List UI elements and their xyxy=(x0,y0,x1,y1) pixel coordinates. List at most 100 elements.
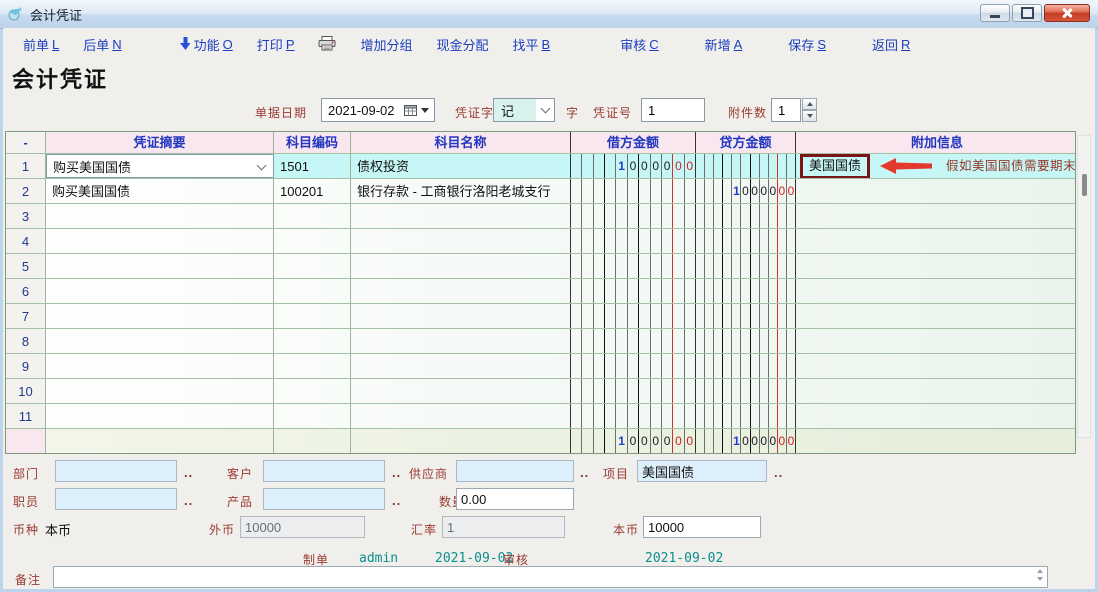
exchange-rate-input[interactable] xyxy=(443,517,564,537)
quantity-input[interactable] xyxy=(457,489,573,509)
cell-account-code[interactable] xyxy=(274,354,351,378)
chevron-down-icon[interactable] xyxy=(257,161,267,171)
toolbar-item-left-6[interactable]: 现金分配 xyxy=(437,35,489,54)
cell-summary[interactable] xyxy=(46,254,274,278)
cell-credit-amount[interactable] xyxy=(696,229,796,253)
cell-summary[interactable] xyxy=(46,279,274,303)
cell-account-code[interactable] xyxy=(274,329,351,353)
cell-extra-info[interactable] xyxy=(796,379,1075,403)
cell-debit-amount[interactable] xyxy=(571,204,696,228)
row-number[interactable]: 9 xyxy=(6,354,46,378)
cell-summary[interactable] xyxy=(46,329,274,353)
stepper-up-button[interactable] xyxy=(802,98,817,110)
row-number[interactable]: 6 xyxy=(6,279,46,303)
toolbar-item-right-3[interactable]: 返回R xyxy=(872,35,910,54)
project-input[interactable] xyxy=(638,461,766,481)
cell-summary[interactable] xyxy=(46,354,274,378)
foreign-currency-input[interactable] xyxy=(241,517,364,537)
cell-account-name[interactable] xyxy=(351,254,571,278)
cell-account-name[interactable] xyxy=(351,379,571,403)
cell-credit-amount[interactable] xyxy=(696,204,796,228)
cell-account-code[interactable] xyxy=(274,229,351,253)
cell-summary[interactable]: 购买美国国债 xyxy=(46,154,274,178)
cell-credit-amount[interactable] xyxy=(696,154,796,178)
toolbar-item-left-2-down-arrow[interactable]: 功能O xyxy=(180,35,233,54)
cell-debit-amount[interactable] xyxy=(571,354,696,378)
cell-account-name[interactable] xyxy=(351,329,571,353)
cell-debit-amount[interactable] xyxy=(571,279,696,303)
customer-input[interactable] xyxy=(264,461,384,481)
arrow-down-icon[interactable] xyxy=(1037,577,1043,581)
cell-summary[interactable] xyxy=(46,404,274,428)
voucher-number-input[interactable] xyxy=(642,99,704,121)
row-number[interactable]: 4 xyxy=(6,229,46,253)
cell-debit-amount[interactable] xyxy=(571,229,696,253)
product-input[interactable] xyxy=(264,489,384,509)
close-button[interactable] xyxy=(1044,4,1090,22)
row-number[interactable]: 5 xyxy=(6,254,46,278)
row-number[interactable]: 8 xyxy=(6,329,46,353)
row-number[interactable]: 2 xyxy=(6,179,46,203)
attachment-count-input[interactable] xyxy=(772,99,800,121)
toolbar-item-left-3[interactable]: 打印P xyxy=(257,35,295,54)
cell-account-code[interactable] xyxy=(274,304,351,328)
cell-extra-info[interactable]: 美国国债假如美国国债需要期末调汇 xyxy=(796,154,1075,178)
cell-extra-info[interactable] xyxy=(796,329,1075,353)
product-browse-button[interactable]: .. xyxy=(392,493,401,508)
cell-extra-info[interactable] xyxy=(796,229,1075,253)
cell-credit-amount[interactable] xyxy=(696,254,796,278)
cell-summary[interactable]: 购买美国国债 xyxy=(46,179,274,203)
customer-browse-button[interactable]: .. xyxy=(392,465,401,480)
cell-extra-info[interactable] xyxy=(796,304,1075,328)
cell-credit-amount[interactable] xyxy=(696,329,796,353)
cell-summary[interactable] xyxy=(46,229,274,253)
cell-debit-amount[interactable] xyxy=(571,179,696,203)
cell-account-code[interactable] xyxy=(274,279,351,303)
cell-credit-amount[interactable]: 1000000 xyxy=(696,179,796,203)
cell-account-name[interactable] xyxy=(351,279,571,303)
cell-extra-info[interactable] xyxy=(796,354,1075,378)
cell-extra-info[interactable] xyxy=(796,204,1075,228)
cell-account-name[interactable] xyxy=(351,204,571,228)
cell-account-code[interactable] xyxy=(274,254,351,278)
cell-credit-amount[interactable] xyxy=(696,279,796,303)
supplier-browse-button[interactable]: .. xyxy=(580,465,589,480)
cell-account-name[interactable]: 银行存款 - 工商银行洛阳老城支行 xyxy=(351,179,571,203)
cell-credit-amount[interactable] xyxy=(696,379,796,403)
row-number[interactable]: 3 xyxy=(6,204,46,228)
supplier-input[interactable] xyxy=(457,461,573,481)
staff-input[interactable] xyxy=(56,489,176,509)
toolbar-item-left-7[interactable]: 找平B xyxy=(513,35,551,54)
cell-debit-amount[interactable] xyxy=(571,304,696,328)
cell-account-name[interactable]: 债权投资 xyxy=(351,154,571,178)
toolbar-item-right-0[interactable]: 审核C xyxy=(620,35,658,54)
voucher-word-dropdown[interactable] xyxy=(536,99,554,121)
scrollbar-thumb[interactable] xyxy=(1082,174,1087,196)
cell-debit-amount[interactable] xyxy=(571,404,696,428)
cell-summary[interactable] xyxy=(46,379,274,403)
arrow-up-icon[interactable] xyxy=(1037,569,1043,573)
toolbar-item-left-1[interactable]: 后单N xyxy=(83,35,121,54)
cell-account-code[interactable] xyxy=(274,404,351,428)
vertical-scrollbar[interactable] xyxy=(1077,135,1091,438)
staff-browse-button[interactable]: .. xyxy=(184,493,193,508)
cell-credit-amount[interactable] xyxy=(696,354,796,378)
cell-account-code[interactable]: 100201 xyxy=(274,179,351,203)
row-number[interactable]: 10 xyxy=(6,379,46,403)
cell-account-code[interactable] xyxy=(274,379,351,403)
cell-debit-amount[interactable] xyxy=(571,379,696,403)
row-number[interactable]: 1 xyxy=(6,154,46,178)
cell-account-name[interactable] xyxy=(351,229,571,253)
cell-account-code[interactable] xyxy=(274,204,351,228)
cell-credit-amount[interactable] xyxy=(696,304,796,328)
project-browse-button[interactable]: .. xyxy=(774,465,783,480)
cell-account-code[interactable]: 1501 xyxy=(274,154,351,178)
minimize-button[interactable] xyxy=(980,4,1010,22)
toolbar-item-left-0[interactable]: 前单L xyxy=(23,35,59,54)
row-number[interactable]: 7 xyxy=(6,304,46,328)
maximize-button[interactable] xyxy=(1012,4,1042,22)
toolbar-item-left-4-printer[interactable] xyxy=(318,36,336,54)
date-dropdown-icon[interactable] xyxy=(421,108,429,113)
row-number[interactable]: 11 xyxy=(6,404,46,428)
toolbar-item-left-5[interactable]: 增加分组 xyxy=(360,35,412,54)
